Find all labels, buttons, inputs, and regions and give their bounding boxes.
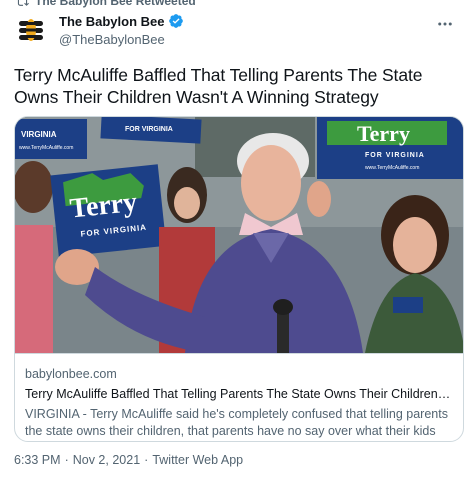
tweet-timestamp: 6:33 PM · Nov 2, 2021 · Twitter Web App bbox=[14, 453, 243, 467]
separator: · bbox=[64, 453, 69, 467]
svg-text:FOR VIRGINIA: FOR VIRGINIA bbox=[125, 126, 173, 133]
author-names[interactable]: The Babylon Bee @TheBabylonBee bbox=[59, 13, 184, 47]
svg-text:VIRGINIA: VIRGINIA bbox=[21, 130, 57, 139]
tweet-text: Terry McAuliffe Baffled That Telling Par… bbox=[14, 65, 423, 107]
tweet-source[interactable]: Twitter Web App bbox=[152, 453, 243, 467]
retweet-indicator[interactable]: The Babylon Bee Retweeted bbox=[16, 0, 196, 8]
separator: · bbox=[144, 453, 149, 467]
card-domain: babylonbee.com bbox=[25, 367, 117, 381]
sign-main: Terry FOR VIRGINIA bbox=[50, 164, 167, 258]
retweet-label: The Babylon Bee Retweeted bbox=[35, 0, 196, 8]
card-title[interactable]: Terry McAuliffe Baffled That Telling Par… bbox=[25, 386, 453, 403]
card-description: VIRGINIA - Terry McAuliffe said he's com… bbox=[25, 407, 448, 438]
card-meta[interactable]: babylonbee.com Terry McAuliffe Baffled T… bbox=[15, 353, 463, 440]
bee-logo-icon bbox=[15, 14, 47, 46]
tweet-date[interactable]: Nov 2, 2021 bbox=[73, 453, 140, 467]
card-image[interactable]: VIRGINIA www.TerryMcAuliffe.com FOR VIRG… bbox=[15, 117, 463, 353]
display-name[interactable]: The Babylon Bee bbox=[59, 14, 164, 29]
link-card[interactable]: VIRGINIA www.TerryMcAuliffe.com FOR VIRG… bbox=[14, 116, 464, 442]
sign-top-left: VIRGINIA www.TerryMcAuliffe.com bbox=[15, 119, 87, 159]
more-options-icon[interactable] bbox=[435, 14, 455, 34]
tweet-header: The Babylon Bee @TheBabylonBee bbox=[14, 10, 461, 50]
retweet-icon bbox=[17, 0, 29, 6]
verified-badge-icon bbox=[169, 14, 184, 28]
svg-text:www.TerryMcAuliffe.com: www.TerryMcAuliffe.com bbox=[19, 145, 73, 151]
svg-text:www.TerryMcAuliffe.com: www.TerryMcAuliffe.com bbox=[365, 165, 419, 171]
tweet-time[interactable]: 6:33 PM bbox=[14, 453, 61, 467]
avatar[interactable] bbox=[14, 13, 48, 47]
svg-text:Terry: Terry bbox=[357, 121, 410, 146]
card-photo: VIRGINIA www.TerryMcAuliffe.com FOR VIRG… bbox=[15, 117, 463, 353]
sign-right: Terry FOR VIRGINIA www.TerryMcAuliffe.co… bbox=[317, 117, 463, 179]
svg-text:FOR VIRGINIA: FOR VIRGINIA bbox=[365, 152, 425, 159]
handle[interactable]: @TheBabylonBee bbox=[59, 32, 184, 47]
